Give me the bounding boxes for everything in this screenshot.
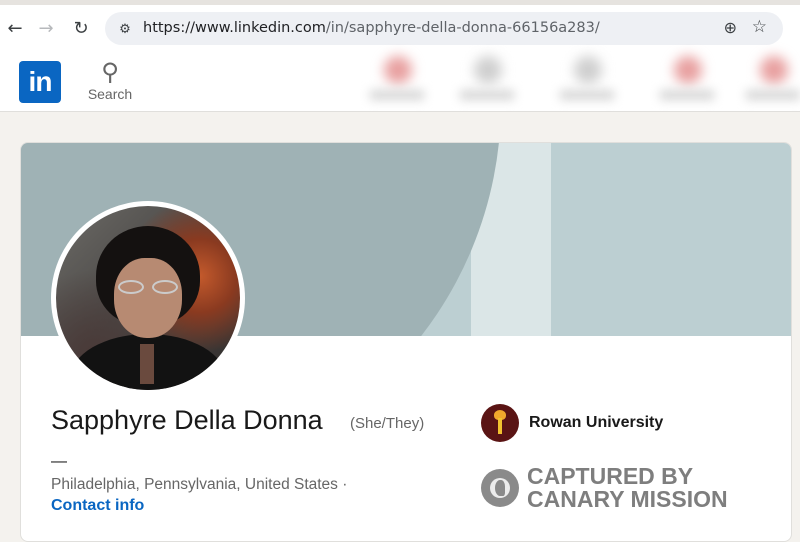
profile-photo [56,206,240,390]
arrow-left-icon: ← [7,17,23,39]
linkedin-header: in ⚲ Search [0,50,800,112]
contact-info-link[interactable]: Contact info [51,497,144,515]
education-item[interactable]: Rowan University [481,403,663,443]
blurred-nav-item[interactable] [460,56,514,106]
url-path: /in/sapphyre-della-donna-66156a283/ [325,20,600,36]
reload-button[interactable]: ↻ [70,17,92,39]
url-host: https://www.linkedin.com [143,20,326,36]
profile-name: Sapphyre Della Donna [51,405,323,435]
search-icon: ⚲ [101,58,119,86]
blurred-nav-item[interactable] [660,56,714,106]
profile-card: Sapphyre Della Donna (She/They) — Philad… [20,142,792,542]
profile-headline: — [51,453,67,470]
linkedin-logo[interactable]: in [19,61,61,103]
avatar[interactable] [51,201,245,395]
canary-icon [481,469,519,507]
watermark-line2: CANARY MISSION [527,486,728,512]
blurred-nav-item[interactable] [370,56,424,106]
site-info-icon[interactable]: ⚙ [115,19,135,39]
zoom-icon[interactable]: ⊕ [724,18,737,37]
blurred-nav-item[interactable] [560,56,614,106]
education-name: Rowan University [529,414,664,431]
back-button[interactable]: ← [4,17,26,39]
star-icon[interactable]: ☆ [752,17,767,37]
blurred-nav-item[interactable] [746,56,800,106]
canary-mission-watermark: CAPTURED BY CANARY MISSION [481,463,728,513]
search-nav-button[interactable]: ⚲ Search [84,58,136,108]
forward-button[interactable]: → [35,17,57,39]
rowan-university-logo [481,404,519,442]
watermark-line1: CAPTURED BY [527,463,694,489]
arrow-right-icon: → [38,17,54,39]
reload-icon: ↻ [73,17,89,39]
address-bar[interactable]: ⚙ https://www.linkedin.com/in/sapphyre-d… [105,12,783,45]
url-text[interactable]: https://www.linkedin.com/in/sapphyre-del… [143,20,600,36]
profile-location: Philadelphia, Pennsylvania, United State… [51,476,348,493]
search-label: Search [87,86,133,102]
browser-toolbar: ← → ↻ ⚙ https://www.linkedin.com/in/sapp… [0,0,800,50]
profile-pronouns: (She/They) [350,415,425,432]
